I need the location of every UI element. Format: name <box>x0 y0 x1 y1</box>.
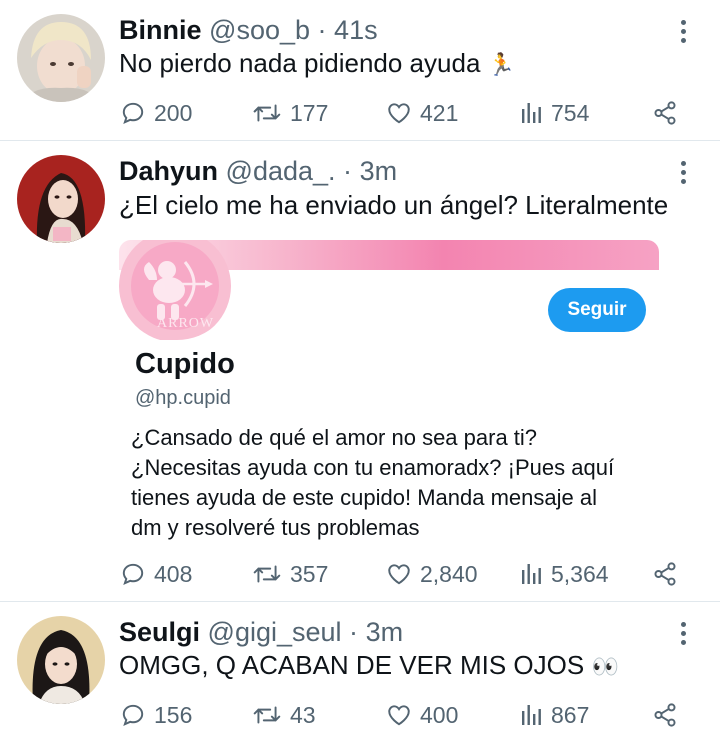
card-handle[interactable]: @hp.cupid <box>135 387 231 410</box>
retweet-count: 177 <box>290 99 329 126</box>
tweet-header: Binnie @soo_b · 41s <box>119 15 378 46</box>
like-count: 2,840 <box>420 560 478 587</box>
tweet-time[interactable]: 41s <box>334 15 378 45</box>
share-button[interactable] <box>652 98 678 128</box>
separator-dot: · <box>343 156 353 186</box>
reply-count: 156 <box>154 701 193 728</box>
views-count: 867 <box>551 701 590 728</box>
retweet-count: 357 <box>290 560 329 587</box>
eyes-emoji: 👀 <box>591 654 619 679</box>
avatar[interactable] <box>17 616 105 704</box>
like-button[interactable]: 400 <box>386 700 458 730</box>
share-button[interactable] <box>652 700 678 730</box>
retweet-icon <box>253 565 281 583</box>
views-count: 5,364 <box>551 560 609 587</box>
retweet-button[interactable]: 177 <box>252 98 328 128</box>
avatar[interactable] <box>17 155 105 243</box>
user-handle[interactable]: @gigi_seul <box>208 617 342 647</box>
user-handle[interactable]: @soo_b <box>209 15 310 45</box>
tweet-text: ¿El cielo me ha enviado un ángel? Litera… <box>119 190 669 220</box>
user-name[interactable]: Dahyun <box>119 156 218 186</box>
user-name[interactable]: Binnie <box>119 15 202 45</box>
like-count: 400 <box>420 701 459 728</box>
separator-dot: · <box>317 15 327 45</box>
tweet-binnie[interactable]: Binnie @soo_b · 41s No pierdo nada pidie… <box>0 0 720 140</box>
tweet-seulgi[interactable]: Seulgi @gigi_seul · 3m OMGG, Q ACABAN DE… <box>0 602 720 746</box>
views-count: 754 <box>551 99 590 126</box>
like-button[interactable]: 421 <box>386 98 458 128</box>
follow-button[interactable]: Seguir <box>548 288 646 332</box>
tweet-text-body: No pierdo nada pidiendo ayuda <box>119 48 481 78</box>
retweet-button[interactable]: 43 <box>252 700 316 730</box>
tweet-time[interactable]: 3m <box>366 617 404 647</box>
retweet-icon <box>253 104 281 122</box>
retweet-icon <box>253 706 281 724</box>
views-icon <box>522 564 541 584</box>
running-emoji: 🏃 <box>487 52 516 77</box>
share-icon <box>654 562 676 586</box>
profile-card[interactable]: ARROW Seguir Cupido @hp.cupid ¿Cansado d… <box>119 240 659 570</box>
tweet-actions: 408 357 2,840 5,364 <box>0 559 720 589</box>
tweet-time[interactable]: 3m <box>360 156 398 186</box>
tweet-text: OMGG, Q ACABAN DE VER MIS OJOS 👀 <box>119 650 619 681</box>
separator-dot: · <box>349 617 359 647</box>
reply-button[interactable]: 200 <box>120 98 192 128</box>
more-icon[interactable] <box>674 159 694 187</box>
tweet-actions: 200 177 421 754 <box>0 98 720 128</box>
share-icon <box>654 101 676 125</box>
like-icon <box>388 705 410 726</box>
like-icon <box>388 564 410 585</box>
tweet-text-body: OMGG, Q ACABAN DE VER MIS OJOS <box>119 650 585 680</box>
avatar[interactable] <box>17 14 105 102</box>
retweet-button[interactable]: 357 <box>252 559 328 589</box>
bio-line: tienes ayuda de este cupido! Manda mensa… <box>131 485 597 510</box>
views-icon <box>522 103 541 123</box>
bio-line: ¿Necesitas ayuda con tu enamoradx? ¡Pues… <box>131 455 615 480</box>
views-button[interactable]: 754 <box>519 98 589 128</box>
more-icon[interactable] <box>674 620 694 648</box>
reply-icon <box>122 563 144 585</box>
card-name[interactable]: Cupido <box>135 348 235 381</box>
tweet-dahyun[interactable]: Dahyun @dada_. · 3m ¿El cielo me ha envi… <box>0 141 720 601</box>
share-icon <box>654 703 676 727</box>
tweet-actions: 156 43 400 867 <box>0 700 720 730</box>
card-bio: ¿Cansado de qué el amor no sea para ti? … <box>131 423 651 543</box>
tweet-text: No pierdo nada pidiendo ayuda 🏃 <box>119 48 515 79</box>
reply-button[interactable]: 156 <box>120 700 192 730</box>
reply-count: 200 <box>154 99 193 126</box>
views-button[interactable]: 5,364 <box>519 559 609 589</box>
cupid-avatar-text: ARROW <box>157 316 215 331</box>
views-icon <box>522 705 541 725</box>
user-name[interactable]: Seulgi <box>119 617 200 647</box>
reply-icon <box>122 102 144 124</box>
cupid-avatar[interactable]: ARROW <box>119 240 235 340</box>
share-button[interactable] <box>652 559 678 589</box>
reply-button[interactable]: 408 <box>120 559 192 589</box>
like-button[interactable]: 2,840 <box>386 559 478 589</box>
more-icon[interactable] <box>674 18 694 46</box>
tweet-header: Seulgi @gigi_seul · 3m <box>119 617 403 648</box>
retweet-count: 43 <box>290 701 316 728</box>
tweet-header: Dahyun @dada_. · 3m <box>119 156 397 187</box>
like-icon <box>388 103 410 124</box>
views-button[interactable]: 867 <box>519 700 589 730</box>
reply-icon <box>122 704 144 726</box>
bio-line: dm y resolveré tus problemas <box>131 515 420 540</box>
bio-line: ¿Cansado de qué el amor no sea para ti? <box>131 425 538 450</box>
reply-count: 408 <box>154 560 193 587</box>
user-handle[interactable]: @dada_. <box>226 156 336 186</box>
like-count: 421 <box>420 99 459 126</box>
